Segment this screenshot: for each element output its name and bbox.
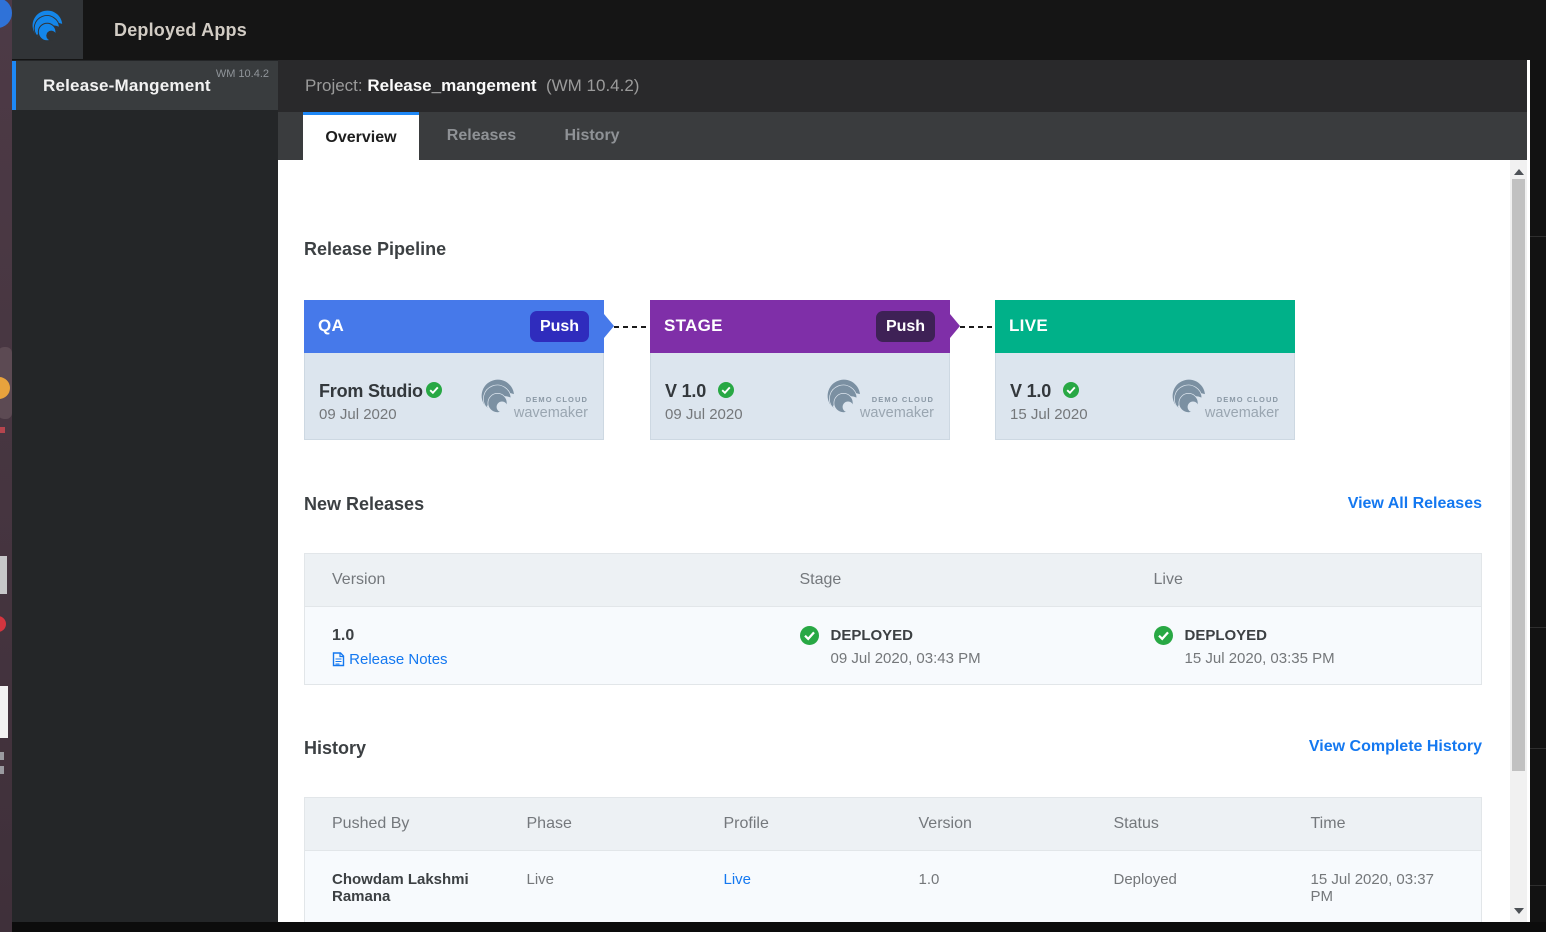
svg-text:wavemaker: wavemaker [859,405,934,421]
svg-text:DEMO CLOUD: DEMO CLOUD [1217,395,1279,404]
svg-text:DEMO CLOUD: DEMO CLOUD [872,395,934,404]
svg-text:DEMO CLOUD: DEMO CLOUD [526,395,588,404]
svg-text:wavemaker: wavemaker [513,405,588,421]
svg-text:wavemaker: wavemaker [1204,405,1279,421]
